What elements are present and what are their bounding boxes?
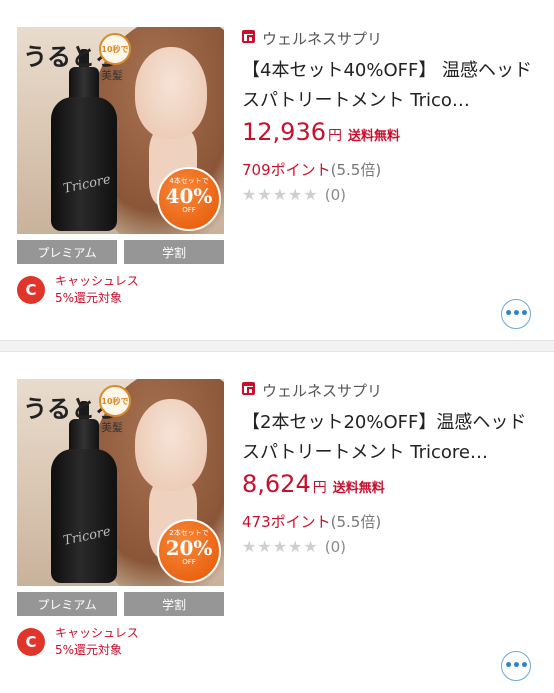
price-row: 8,624 円送料無料 xyxy=(242,470,385,500)
points-rate: (5.5倍) xyxy=(330,513,382,531)
model-face xyxy=(135,47,207,139)
points-value: 709ポイント xyxy=(242,161,331,179)
shop-icon xyxy=(242,30,255,43)
rating-row[interactable]: ★★★★★ (0) xyxy=(242,185,346,205)
rating-stars: ★★★★★ xyxy=(242,185,319,204)
tag-premium: プレミアム xyxy=(17,240,117,264)
points-rate: (5.5倍) xyxy=(330,161,382,179)
product-title[interactable]: 【2本セット20%OFF】温感ヘッドスパトリートメント Tricore… xyxy=(242,408,536,468)
shop-icon xyxy=(242,382,255,395)
model-face xyxy=(135,399,207,491)
cashless-text: キャッシュレス 5%還元対象 xyxy=(55,625,195,659)
bottle xyxy=(51,449,117,583)
tag-premium: プレミアム xyxy=(17,592,117,616)
price-row: 12,936 円送料無料 xyxy=(242,118,400,148)
cashless-line2: 5%還元対象 xyxy=(55,643,123,657)
product-card[interactable]: Tricore うるとろ 10秒で 美髪 4本セットで 40% OFF プレミア… xyxy=(0,0,554,340)
shop-name[interactable]: ウェルネスサプリ xyxy=(262,28,382,49)
product-image[interactable]: Tricore うるとろ 10秒で 美髪 4本セットで 40% OFF xyxy=(17,27,224,234)
cashless-line2: 5%還元対象 xyxy=(55,291,123,305)
seconds-badge: 10秒で xyxy=(99,385,131,417)
product-image[interactable]: Tricore うるとろ 10秒で 美髪 2本セットで 20% OFF xyxy=(17,379,224,586)
price: 12,936 xyxy=(242,118,326,146)
points-value: 473ポイント xyxy=(242,513,331,531)
discount-percent: 40% xyxy=(165,184,213,208)
free-shipping-label: 送料無料 xyxy=(332,481,385,496)
points-row: 473ポイント(5.5倍) xyxy=(242,511,381,532)
discount-badge: 2本セットで 20% OFF xyxy=(157,519,221,583)
review-count: (0) xyxy=(324,538,346,556)
cashless-icon: C xyxy=(17,628,45,656)
rating-stars: ★★★★★ xyxy=(242,537,319,556)
image-subline: 美髪 xyxy=(101,421,123,434)
discount-percent: 20% xyxy=(165,536,213,560)
product-title[interactable]: 【4本セット40%OFF】 温感ヘッドスパトリートメント Trico… xyxy=(242,56,536,116)
discount-badge: 4本セットで 40% OFF xyxy=(157,167,221,231)
more-options-button[interactable]: ••• xyxy=(501,651,531,681)
bottle xyxy=(51,97,117,231)
tag-row: プレミアム 学割 xyxy=(17,240,224,264)
more-options-button[interactable]: ••• xyxy=(501,299,531,329)
product-card[interactable]: Tricore うるとろ 10秒で 美髪 2本セットで 20% OFF プレミア… xyxy=(0,352,554,693)
free-shipping-label: 送料無料 xyxy=(347,129,400,144)
tag-student: 学割 xyxy=(124,240,224,264)
shop-name[interactable]: ウェルネスサプリ xyxy=(262,380,382,401)
image-subline: 美髪 xyxy=(101,69,123,82)
cashless-icon: C xyxy=(17,276,45,304)
price-currency: 円 xyxy=(327,128,342,144)
rating-row[interactable]: ★★★★★ (0) xyxy=(242,537,346,557)
bottle-cap xyxy=(69,419,99,453)
points-row: 709ポイント(5.5倍) xyxy=(242,159,381,180)
card-divider xyxy=(0,340,554,352)
seconds-badge: 10秒で xyxy=(99,33,131,65)
cashless-text: キャッシュレス 5%還元対象 xyxy=(55,273,195,307)
bottle-cap xyxy=(69,67,99,101)
cashless-line1: キャッシュレス xyxy=(55,274,139,288)
review-count: (0) xyxy=(324,186,346,204)
price-currency: 円 xyxy=(312,480,327,496)
price: 8,624 xyxy=(242,470,311,498)
tag-row: プレミアム 学割 xyxy=(17,592,224,616)
tag-student: 学割 xyxy=(124,592,224,616)
cashless-line1: キャッシュレス xyxy=(55,626,139,640)
